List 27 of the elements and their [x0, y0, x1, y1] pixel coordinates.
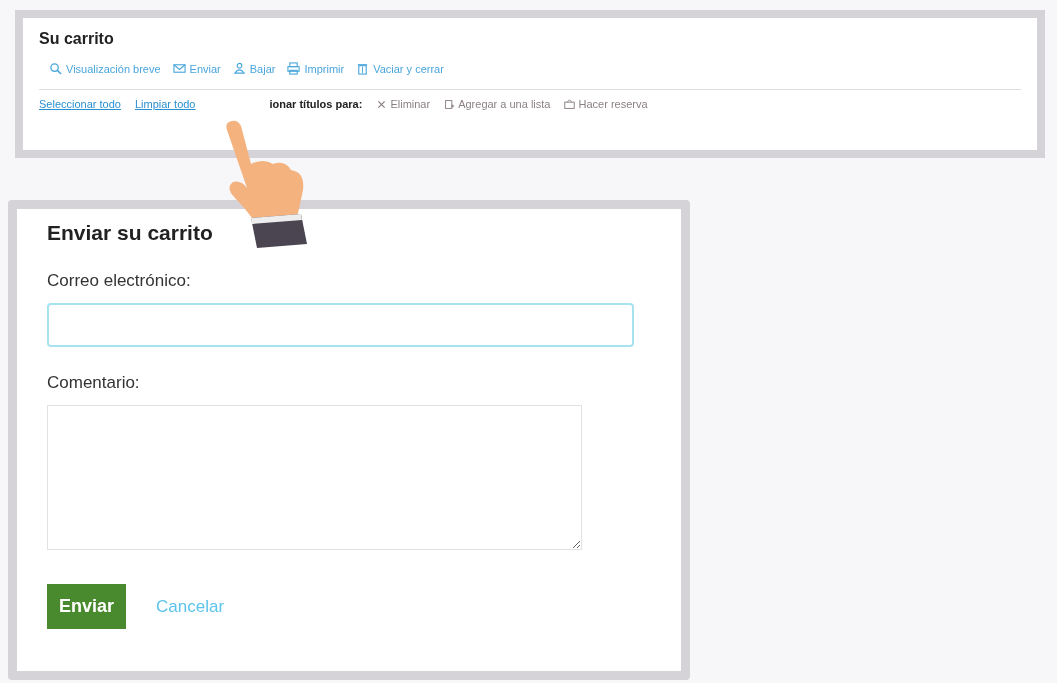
toolbar-link[interactable]: Vaciar y cerrar — [356, 62, 444, 75]
submit-button[interactable]: Enviar — [47, 584, 127, 629]
action-link[interactable]: Eliminar — [376, 98, 431, 110]
printer-icon — [287, 62, 301, 75]
toolbar-link[interactable]: Enviar — [172, 62, 221, 75]
select-link[interactable]: Limpiar todo — [134, 98, 196, 110]
dialog-title: Enviar su carrito — [47, 221, 214, 245]
toolbar-link[interactable]: Imprimir — [287, 62, 345, 75]
cart-title: Su carrito — [39, 30, 115, 48]
close-icon — [376, 98, 388, 110]
toolbar-link[interactable]: Visualización breve — [49, 62, 161, 75]
tray-icon — [564, 98, 576, 110]
comment-field[interactable] — [47, 405, 582, 550]
cancel-link[interactable]: Cancelar — [156, 596, 225, 617]
envelope-icon — [172, 62, 186, 75]
trash-icon — [356, 62, 370, 75]
action-link[interactable]: Agregar a una lista — [444, 98, 551, 110]
email-field[interactable] — [47, 303, 634, 347]
field-label: Correo electrónico: — [47, 271, 192, 291]
field-label: Comentario: — [47, 373, 141, 393]
search-icon — [49, 62, 62, 75]
person-icon — [232, 62, 246, 75]
action-link[interactable]: Hacer reserva — [564, 98, 648, 110]
toolbar-link[interactable]: Bajar — [232, 62, 276, 75]
document-plus-icon — [444, 98, 456, 110]
select-label: ionar títulos para: — [269, 98, 363, 110]
select-link[interactable]: Seleccionar todo — [39, 98, 121, 110]
